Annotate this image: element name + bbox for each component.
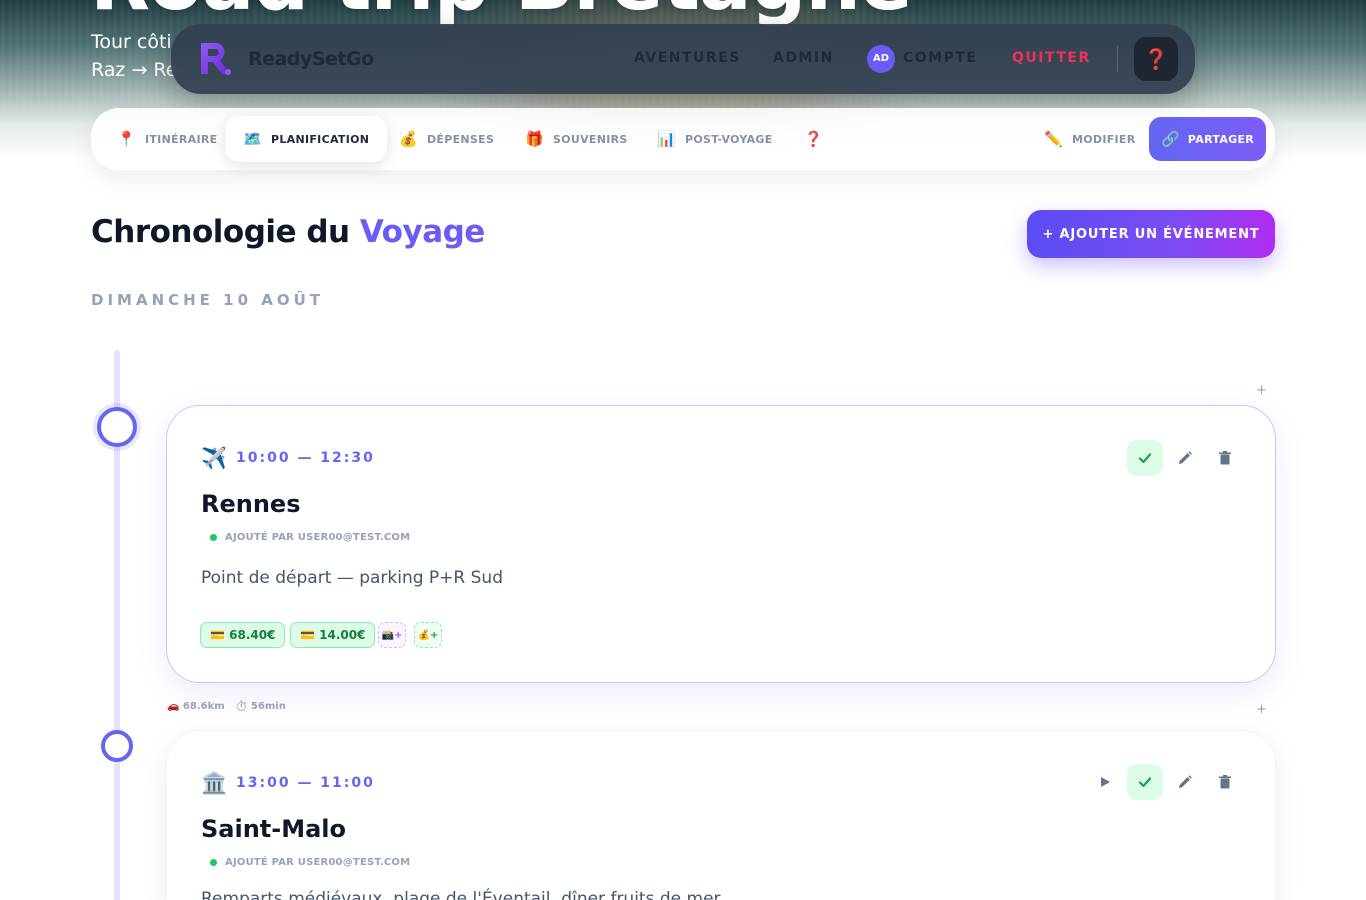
- travel-duration: ⏱️ 56min: [235, 701, 286, 712]
- user-avatar[interactable]: AD: [867, 45, 895, 73]
- tab-help[interactable]: ❓: [804, 116, 832, 162]
- check-icon: [1138, 453, 1152, 464]
- nav-link-compte[interactable]: COMPTE: [903, 50, 977, 66]
- nav-divider: [1117, 46, 1118, 72]
- heading-main: Chronologie du: [91, 214, 350, 250]
- question-mark-icon: ❓: [1143, 47, 1169, 71]
- gift-icon: 🎁: [525, 130, 544, 148]
- tab-depenses[interactable]: 💰 DÉPENSES: [399, 116, 494, 162]
- travel-distance: 🚗 68.6km: [167, 701, 225, 712]
- tab-label: PLANIFICATION: [270, 132, 370, 146]
- edit-trip-button[interactable]: ✏️ MODIFIER: [1044, 116, 1136, 162]
- trip-subtitle-line1: Tour côti: [91, 31, 172, 53]
- tab-itineraire[interactable]: 📍 ITINÉRAIRE: [117, 116, 217, 162]
- delete-event-button[interactable]: [1207, 440, 1243, 476]
- event-title: Rennes: [201, 490, 301, 518]
- tab-label: POST-VOYAGE: [684, 132, 773, 146]
- trash-icon: [1219, 775, 1231, 789]
- add-expense-button[interactable]: 💰+: [414, 622, 442, 648]
- event-description: Point de départ — parking P+R Sud: [201, 568, 503, 588]
- tab-souvenirs[interactable]: 🎁 SOUVENIRS: [525, 116, 628, 162]
- tab-label: SOUVENIRS: [552, 132, 628, 146]
- pencil-icon: ✏️: [1044, 130, 1063, 148]
- add-photo-button[interactable]: 📸+: [378, 622, 406, 648]
- map-icon: 🗺️: [243, 130, 262, 148]
- brand-logo-icon[interactable]: [197, 41, 233, 77]
- top-navbar: ReadySetGo AVENTURES ADMIN AD COMPTE QUI…: [171, 24, 1195, 94]
- edit-event-button[interactable]: [1167, 764, 1203, 800]
- day-label: DIMANCHE 10 AOÛT: [91, 291, 325, 309]
- event-time: 13:00 — 11:00: [236, 775, 375, 791]
- chart-icon: 📊: [657, 130, 676, 148]
- tab-post-voyage[interactable]: 📊 POST-VOYAGE: [657, 116, 773, 162]
- mark-done-button[interactable]: [1127, 764, 1163, 800]
- event-added-by: AJOUTÉ PAR USER00@TEST.COM: [225, 532, 411, 543]
- nav-link-quitter[interactable]: QUITTER: [1012, 50, 1091, 66]
- timeline-node: [101, 730, 133, 762]
- insert-event-plus-icon[interactable]: +: [1256, 702, 1267, 717]
- nav-link-admin[interactable]: ADMIN: [773, 50, 834, 66]
- expense-chip[interactable]: 💳 14.00€: [290, 622, 376, 648]
- start-navigation-button[interactable]: [1087, 764, 1123, 800]
- tab-label: DÉPENSES: [426, 132, 495, 146]
- timeline-heading: Chronologie du Voyage: [91, 214, 485, 250]
- check-icon: [1138, 777, 1152, 788]
- trip-subtitle-line2: Raz → Re: [91, 59, 178, 81]
- share-label: PARTAGER: [1187, 132, 1255, 146]
- insert-event-plus-icon[interactable]: +: [1256, 383, 1267, 398]
- mark-done-button[interactable]: [1127, 440, 1163, 476]
- expense-chip[interactable]: 💳 68.40€: [200, 622, 286, 648]
- museum-icon: 🏛️: [201, 771, 228, 795]
- delete-event-button[interactable]: [1207, 764, 1243, 800]
- help-button[interactable]: ❓: [1134, 37, 1178, 81]
- event-title: Saint-Malo: [201, 815, 347, 843]
- edit-event-button[interactable]: [1167, 440, 1203, 476]
- event-card[interactable]: 🏛️ 13:00 — 11:00 Saint-Malo AJOUTÉ PAR U…: [166, 730, 1276, 900]
- nav-link-aventures[interactable]: AVENTURES: [634, 50, 741, 66]
- brand-name[interactable]: ReadySetGo: [248, 48, 374, 70]
- money-bag-icon: 💰: [399, 130, 418, 148]
- share-button[interactable]: 🔗 PARTAGER: [1149, 117, 1266, 161]
- status-dot: [210, 534, 217, 541]
- tab-planification[interactable]: 🗺️ PLANIFICATION: [225, 116, 388, 162]
- play-icon: [1101, 777, 1110, 787]
- add-event-button[interactable]: + AJOUTER UN ÉVÉNEMENT: [1027, 210, 1275, 258]
- question-mark-icon: ❓: [804, 130, 823, 148]
- pencil-icon: [1179, 451, 1192, 464]
- trash-icon: [1219, 451, 1231, 465]
- link-icon: 🔗: [1160, 130, 1180, 148]
- trip-tabs-bar: 📍 ITINÉRAIRE 🗺️ PLANIFICATION 💰 DÉPENSES…: [91, 108, 1275, 170]
- pencil-icon: [1179, 775, 1192, 788]
- event-description: Remparts médiévaux, plage de l'Éventail,…: [201, 889, 721, 900]
- edit-label: MODIFIER: [1071, 132, 1136, 146]
- pin-icon: 📍: [117, 130, 136, 148]
- event-time: 10:00 — 12:30: [236, 450, 375, 466]
- tab-label: ITINÉRAIRE: [144, 132, 218, 146]
- event-card[interactable]: ✈️ 10:00 — 12:30 Rennes AJOUTÉ PAR USER0…: [166, 405, 1276, 683]
- heading-accent: Voyage: [359, 214, 485, 250]
- timeline-node-active: [97, 407, 137, 447]
- status-dot: [210, 859, 217, 866]
- airplane-icon: ✈️: [201, 446, 228, 470]
- event-added-by: AJOUTÉ PAR USER00@TEST.COM: [225, 857, 411, 868]
